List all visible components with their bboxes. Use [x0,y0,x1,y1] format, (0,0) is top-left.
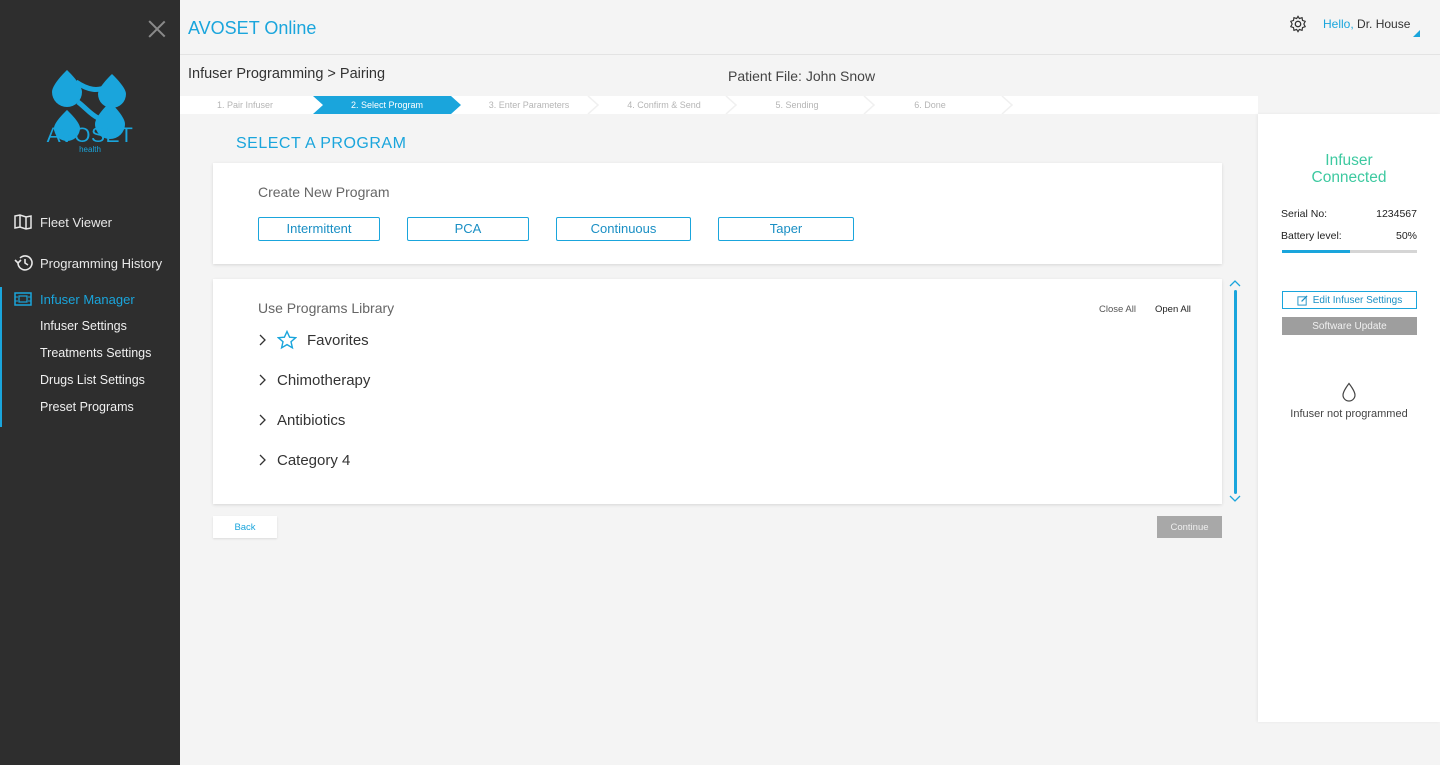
drop-icon [1342,382,1356,402]
chevron-right-icon [259,454,266,466]
header-divider [180,54,1440,55]
sidebar-item-label: Programming History [40,255,163,271]
close-icon[interactable] [146,18,168,40]
category-antibiotics[interactable]: Antibiotics [257,408,345,432]
chevron-right-icon [259,334,266,346]
sidebar-subitem-treatments-settings[interactable]: Treatments Settings [40,346,151,360]
close-all-link[interactable]: Close All [1099,304,1136,315]
greeting-hello: Hello, [1323,17,1354,31]
infuser-manager-group: Infuser Manager Infuser Settings Treatme… [0,287,180,427]
sidebar-item-label: Infuser Manager [40,291,135,307]
category-favorites[interactable]: Favorites [257,328,369,352]
status-line-1: Infuser [1325,152,1373,169]
sidebar-item-infuser-manager[interactable]: Infuser Manager [0,287,180,311]
sidebar-item-programming-history[interactable]: Programming History [0,251,180,275]
scroll-down-icon[interactable] [1229,494,1241,504]
battery-label: Battery level: [1281,230,1342,242]
brand-sub: health [79,145,101,154]
back-button[interactable]: Back [213,516,277,538]
category-4[interactable]: Category 4 [257,448,350,472]
create-program-label: Create New Program [258,184,390,200]
step-pair-infuser: 1. Pair Infuser [216,100,274,110]
category-label: Antibiotics [277,411,346,429]
chevron-right-icon [259,374,266,386]
serial-value: 1234567 [1376,208,1417,220]
battery-bar-fill [1282,250,1350,253]
sidebar-subitem-preset-programs[interactable]: Preset Programs [40,400,134,414]
pca-button[interactable]: PCA [407,217,529,241]
gear-icon[interactable] [1289,15,1307,33]
scroll-up-icon[interactable] [1229,278,1241,288]
edit-icon [1297,294,1308,306]
infuser-program-status: Infuser not programmed [1290,408,1408,420]
step-confirm-send: 4. Confirm & Send [627,100,701,110]
sidebar: AVOSET health Fleet Viewer Programming H… [0,0,180,765]
category-chimotherapy[interactable]: Chimotherapy [257,368,370,392]
breadcrumb: Infuser Programming > Pairing [188,66,386,82]
create-program-card: Create New Program Intermittent PCA Cont… [213,163,1222,264]
infuser-status-panel: Infuser Connected Serial No: 1234567 Bat… [1258,114,1440,722]
battery-value: 50% [1395,230,1417,242]
user-menu-caret-icon[interactable] [1413,30,1420,37]
history-icon [12,254,34,272]
patient-file: Patient File: John Snow [728,68,876,84]
sidebar-subitem-drugs-list-settings[interactable]: Drugs List Settings [40,373,145,387]
serial-label: Serial No: [1281,208,1328,220]
star-icon[interactable] [277,330,297,350]
open-all-link[interactable]: Open All [1155,304,1191,315]
map-icon [12,213,34,231]
category-label: Chimotherapy [277,371,371,389]
app-title: AVOSET Online [188,18,317,38]
category-label: Favorites [307,331,369,349]
edit-infuser-settings-label: Edit Infuser Settings [1312,294,1403,306]
taper-button[interactable]: Taper [718,217,854,241]
user-name: Dr. House [1357,17,1411,31]
step-sending: 5. Sending [775,100,819,110]
status-line-2: Connected [1311,169,1387,186]
step-done: 6. Done [914,100,946,110]
user-greeting[interactable]: Hello, Dr. House [1323,17,1410,31]
continuous-button[interactable]: Continuous [556,217,691,241]
programs-library-card: Use Programs Library Close All Open All … [213,279,1222,504]
library-scrollbar[interactable] [1234,290,1237,494]
sidebar-subitem-infuser-settings[interactable]: Infuser Settings [40,319,127,333]
step-enter-parameters: 3. Enter Parameters [488,100,570,110]
sidebar-item-label: Fleet Viewer [40,214,113,230]
infuser-connection-status: Infuser Connected [1258,152,1440,186]
continue-button[interactable]: Continue [1157,516,1222,538]
library-label: Use Programs Library [258,300,395,316]
progress-steps: 1. Pair Infuser 2. Select Program 3. Ent… [180,96,1258,114]
step-select-program: 2. Select Program [350,100,424,110]
edit-infuser-settings-button[interactable]: Edit Infuser Settings [1282,291,1417,309]
battery-bar [1282,250,1417,253]
page-title: SELECT A PROGRAM [236,135,407,152]
intermittent-button[interactable]: Intermittent [258,217,380,241]
chevron-right-icon [259,414,266,426]
infuser-icon [12,290,34,308]
sidebar-item-fleet-viewer[interactable]: Fleet Viewer [0,210,180,234]
software-update-button[interactable]: Software Update [1282,317,1417,335]
category-label: Category 4 [277,451,351,469]
